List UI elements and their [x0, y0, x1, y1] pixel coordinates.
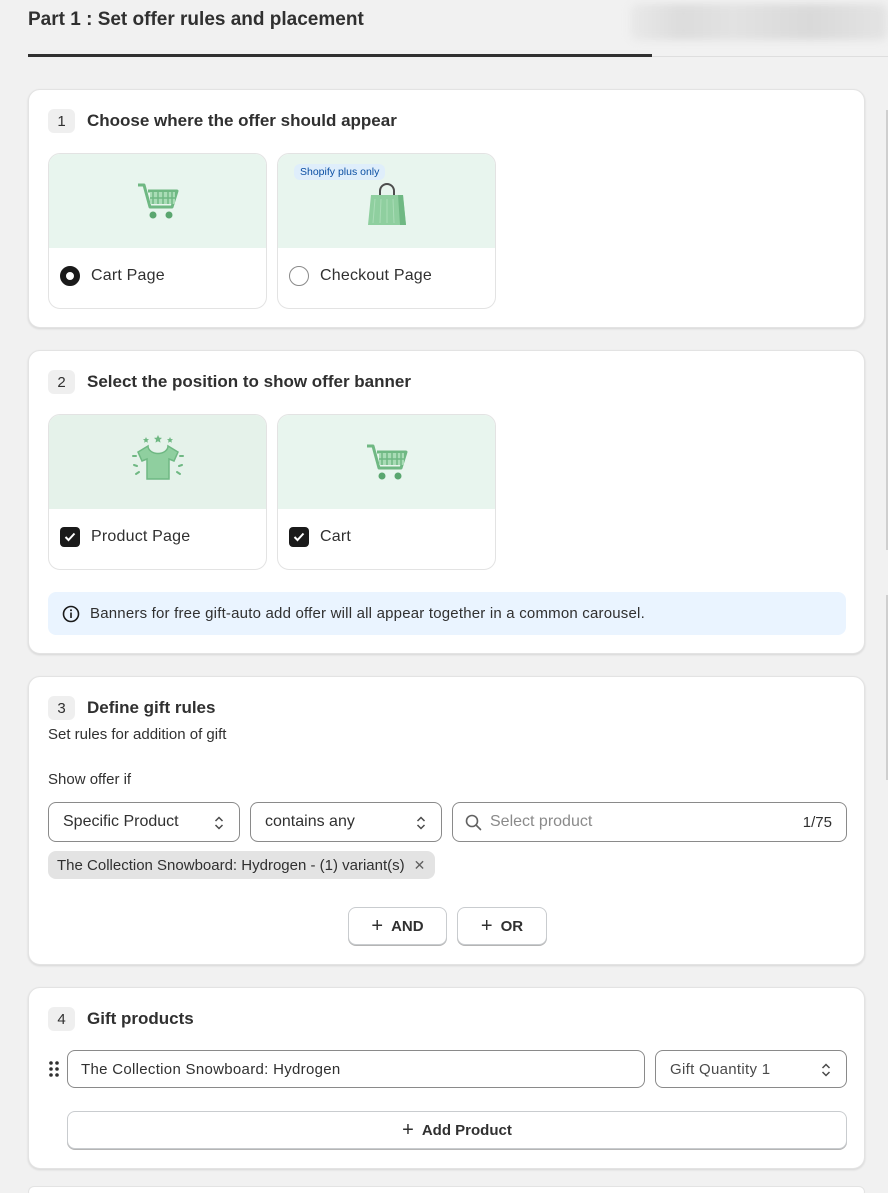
checkbox-row[interactable]: Cart	[289, 527, 351, 547]
section-title: Gift products	[87, 1009, 194, 1028]
radio-row[interactable]: Cart Page	[60, 266, 165, 286]
section-header: 2 Select the position to show offer bann…	[48, 370, 411, 394]
add-product-button[interactable]: + Add Product	[67, 1111, 847, 1149]
plus-icon: +	[402, 1119, 414, 1141]
section-subtitle: Set rules for addition of gift	[48, 726, 227, 743]
add-or-condition-button[interactable]: + OR	[457, 907, 547, 945]
placement-card: 1 Choose where the offer should appear C…	[28, 89, 865, 328]
option-cart[interactable]: Cart	[277, 414, 496, 570]
section-title: Choose where the offer should appear	[87, 111, 397, 130]
step-number: 2	[48, 370, 75, 394]
shopping-bag-icon	[367, 183, 406, 225]
section-header: 4 Gift products	[48, 1007, 194, 1031]
option-product-page[interactable]: Product Page	[48, 414, 267, 570]
product-search-field[interactable]: 1/75	[452, 802, 847, 842]
gift-quantity-select[interactable]: Gift Quantity 1	[655, 1050, 847, 1088]
option-label: Cart Page	[91, 267, 165, 284]
page-title: Part 1 : Set offer rules and placement	[28, 9, 364, 30]
select-chevron-icon	[821, 1063, 831, 1077]
option-label: Checkout Page	[320, 267, 433, 284]
show-offer-label: Show offer if	[48, 771, 132, 788]
section-header: 1 Choose where the offer should appear	[48, 109, 397, 133]
option-label: Product Page	[91, 528, 191, 545]
info-banner: Banners for free gift-auto add offer wil…	[48, 592, 846, 635]
plus-icon: +	[480, 915, 493, 937]
selected-product-tag: The Collection Snowboard: Hydrogen - (1)…	[48, 851, 436, 879]
option-image	[49, 154, 266, 248]
checkbox-checked[interactable]	[60, 527, 80, 547]
radio-row[interactable]: Checkout Page	[289, 266, 432, 286]
selection-counter: 1/75	[802, 814, 832, 831]
select-value: contains any	[265, 813, 355, 830]
button-label: OR	[500, 917, 524, 935]
option-image	[49, 415, 266, 509]
search-icon	[465, 814, 482, 830]
blurred-header-content	[630, 4, 888, 40]
gift-rules-card: 3 Define gift rules Set rules for additi…	[28, 676, 865, 965]
drag-handle-icon[interactable]	[48, 1060, 60, 1078]
option-image	[278, 415, 495, 509]
search-input[interactable]	[490, 813, 780, 831]
checkmark-icon	[293, 532, 305, 542]
radio-selected[interactable]	[60, 266, 80, 286]
step-number: 4	[48, 1007, 75, 1031]
add-and-condition-button[interactable]: + AND	[348, 907, 447, 945]
step-number: 1	[48, 109, 75, 133]
option-label: Cart	[320, 528, 352, 545]
select-value: Specific Product	[63, 813, 179, 830]
tag-label: The Collection Snowboard: Hydrogen - (1)…	[57, 856, 405, 874]
info-icon	[62, 605, 80, 622]
gift-product-field[interactable]: The Collection Snowboard: Hydrogen	[67, 1050, 645, 1088]
next-card-edge	[28, 1186, 865, 1193]
option-cart-page[interactable]: Cart Page	[48, 153, 267, 309]
active-tab-underline	[28, 54, 652, 57]
top-bar: Part 1 : Set offer rules and placement	[0, 0, 888, 57]
condition-type-select[interactable]: Specific Product	[48, 802, 240, 842]
cart-icon	[366, 444, 407, 480]
button-label: AND	[391, 917, 424, 935]
step-number: 3	[48, 696, 75, 720]
operator-select[interactable]: contains any	[250, 802, 442, 842]
checkbox-row[interactable]: Product Page	[60, 527, 190, 547]
select-chevron-icon	[416, 816, 426, 830]
select-value: Gift Quantity 1	[670, 1060, 771, 1078]
section-header: 3 Define gift rules	[48, 696, 215, 720]
cart-icon	[137, 183, 178, 219]
plus-icon: +	[371, 915, 384, 937]
radio-unselected[interactable]	[289, 266, 309, 286]
section-title: Select the position to show offer banner	[87, 372, 411, 391]
shopify-plus-badge: Shopify plus only	[294, 164, 386, 180]
button-label: Add Product	[421, 1121, 512, 1139]
tshirt-icon	[131, 435, 184, 480]
gift-products-card: 4 Gift products The Collection Snowboard…	[28, 987, 865, 1169]
tab-divider	[652, 56, 888, 57]
info-text: Banners for free gift-auto add offer wil…	[90, 605, 645, 622]
select-chevron-icon	[214, 816, 224, 830]
banner-position-card: 2 Select the position to show offer bann…	[28, 350, 865, 654]
product-name: The Collection Snowboard: Hydrogen	[81, 1060, 341, 1078]
checkmark-icon	[64, 532, 76, 542]
remove-tag-icon[interactable]: ✕	[414, 857, 426, 874]
checkbox-checked[interactable]	[289, 527, 309, 547]
option-checkout-page[interactable]: Shopify plus only Checkout Page	[277, 153, 496, 309]
section-title: Define gift rules	[87, 698, 216, 717]
